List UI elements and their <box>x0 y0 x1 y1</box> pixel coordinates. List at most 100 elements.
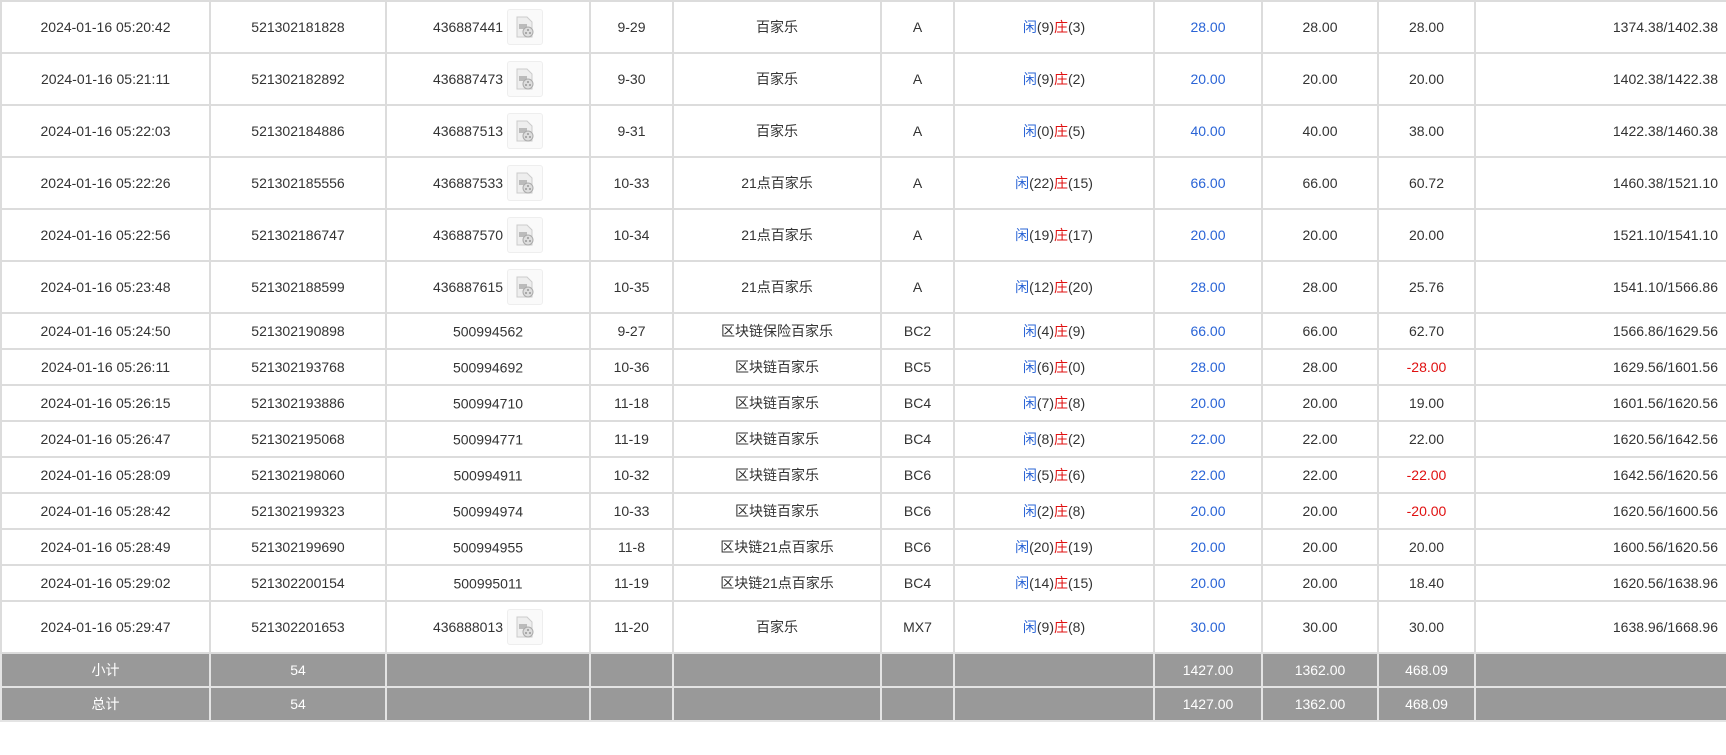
player-score: 22 <box>1033 175 1050 191</box>
table-code: A <box>880 260 955 314</box>
banker-label: 庄 <box>1054 279 1068 295</box>
bet-amount[interactable]: 20.00 <box>1153 564 1263 602</box>
banker-score: 3 <box>1072 19 1081 35</box>
round-cell: 436887533 <box>385 156 591 210</box>
total-row: 总计 54 1427.00 1362.00 468.09 <box>0 686 1726 722</box>
result-cell: 闲(20)庄(19) <box>953 528 1155 566</box>
player-label: 闲 <box>1015 175 1030 191</box>
table-row: 2024-01-16 05:22:26 521302185556 436887533… <box>0 156 1726 210</box>
shoe-number: 9-29 <box>589 0 674 54</box>
balance-change: 1642.56/1620.56 <box>1474 456 1726 494</box>
game-type: 区块链百家乐 <box>672 348 882 386</box>
round-number: 500994771 <box>452 431 524 448</box>
result-cell: 闲(9)庄(8) <box>953 600 1155 654</box>
round-number: 500995011 <box>453 575 523 592</box>
result-cell: 闲(8)庄(2) <box>953 420 1155 458</box>
banker-label: 庄 <box>1054 71 1068 87</box>
bet-amount[interactable]: 20.00 <box>1153 384 1263 422</box>
order-number: 521302188599 <box>209 260 387 314</box>
banker-label: 庄 <box>1054 395 1068 411</box>
result-cell: 闲(9)庄(2) <box>953 52 1155 106</box>
bet-time: 2024-01-16 05:22:03 <box>0 104 211 158</box>
player-label: 闲 <box>1022 395 1037 411</box>
player-score: 4 <box>1041 323 1050 339</box>
video-replay-icon[interactable] <box>507 61 544 97</box>
shoe-number: 9-27 <box>589 312 674 350</box>
result-cell: 闲(4)庄(9) <box>953 312 1155 350</box>
video-replay-icon[interactable] <box>507 269 544 305</box>
win-loss: 62.70 <box>1377 312 1476 350</box>
video-replay-icon[interactable] <box>507 217 544 253</box>
table-code: MX7 <box>880 600 955 654</box>
round-number: 500994911 <box>453 467 523 484</box>
result-cell: 闲(5)庄(6) <box>953 456 1155 494</box>
banker-label: 庄 <box>1054 467 1068 483</box>
order-number: 521302193768 <box>209 348 387 386</box>
valid-bet: 28.00 <box>1261 260 1379 314</box>
banker-score: 8 <box>1072 395 1081 411</box>
bet-amount[interactable]: 28.00 <box>1153 0 1263 54</box>
shoe-number: 10-34 <box>589 208 674 262</box>
win-loss: 20.00 <box>1377 208 1476 262</box>
bet-amount[interactable]: 66.00 <box>1153 156 1263 210</box>
bet-amount[interactable]: 22.00 <box>1153 420 1263 458</box>
banker-label: 庄 <box>1054 123 1068 139</box>
player-score: 14 <box>1033 575 1050 591</box>
valid-bet: 66.00 <box>1261 156 1379 210</box>
player-label: 闲 <box>1022 359 1037 375</box>
bet-amount[interactable]: 28.00 <box>1153 348 1263 386</box>
player-label: 闲 <box>1015 575 1030 591</box>
summary-label: 总计 <box>0 686 211 722</box>
table-code: BC6 <box>880 456 955 494</box>
balance-change: 1629.56/1601.56 <box>1474 348 1726 386</box>
win-loss: 20.00 <box>1377 528 1476 566</box>
round-number: 436887473 <box>432 71 504 87</box>
table-row: 2024-01-16 05:23:48 521302188599 436887615… <box>0 260 1726 314</box>
empty-cell <box>672 686 882 722</box>
round-number: 436887570 <box>432 227 504 243</box>
order-number: 521302193886 <box>209 384 387 422</box>
summary-bet: 1427.00 <box>1153 686 1263 722</box>
banker-label: 庄 <box>1054 575 1068 591</box>
bet-amount[interactable]: 40.00 <box>1153 104 1263 158</box>
shoe-number: 11-18 <box>589 384 674 422</box>
result-cell: 闲(14)庄(15) <box>953 564 1155 602</box>
game-type: 区块链百家乐 <box>672 420 882 458</box>
result-cell: 闲(22)庄(15) <box>953 156 1155 210</box>
valid-bet: 20.00 <box>1261 564 1379 602</box>
bet-amount[interactable]: 28.00 <box>1153 260 1263 314</box>
game-type: 百家乐 <box>672 104 882 158</box>
player-score: 9 <box>1041 619 1050 635</box>
shoe-number: 9-31 <box>589 104 674 158</box>
video-replay-icon[interactable] <box>507 9 544 45</box>
valid-bet: 22.00 <box>1261 456 1379 494</box>
summary-valid: 1362.00 <box>1261 686 1379 722</box>
bet-time: 2024-01-16 05:26:11 <box>0 348 211 386</box>
bet-amount[interactable]: 22.00 <box>1153 456 1263 494</box>
banker-score: 5 <box>1072 123 1081 139</box>
table-code: A <box>880 208 955 262</box>
round-number: 436887533 <box>432 175 504 191</box>
summary-bet: 1427.00 <box>1153 652 1263 688</box>
player-score: 19 <box>1033 227 1050 243</box>
bet-amount[interactable]: 30.00 <box>1153 600 1263 654</box>
bet-amount[interactable]: 20.00 <box>1153 208 1263 262</box>
bet-time: 2024-01-16 05:20:42 <box>0 0 211 54</box>
game-type: 区块链百家乐 <box>672 456 882 494</box>
banker-label: 庄 <box>1054 539 1068 555</box>
player-label: 闲 <box>1015 279 1030 295</box>
video-replay-icon[interactable] <box>507 165 544 201</box>
round-cell: 500994911 <box>385 456 591 494</box>
bet-amount[interactable]: 20.00 <box>1153 492 1263 530</box>
banker-score: 15 <box>1072 575 1089 591</box>
bet-amount[interactable]: 66.00 <box>1153 312 1263 350</box>
round-cell: 500995011 <box>385 564 591 602</box>
order-number: 521302199323 <box>209 492 387 530</box>
banker-score: 8 <box>1072 619 1081 635</box>
banker-score: 6 <box>1072 467 1081 483</box>
round-number: 436887615 <box>432 279 504 295</box>
bet-amount[interactable]: 20.00 <box>1153 52 1263 106</box>
video-replay-icon[interactable] <box>507 113 544 149</box>
video-replay-icon[interactable] <box>507 609 544 645</box>
bet-amount[interactable]: 20.00 <box>1153 528 1263 566</box>
